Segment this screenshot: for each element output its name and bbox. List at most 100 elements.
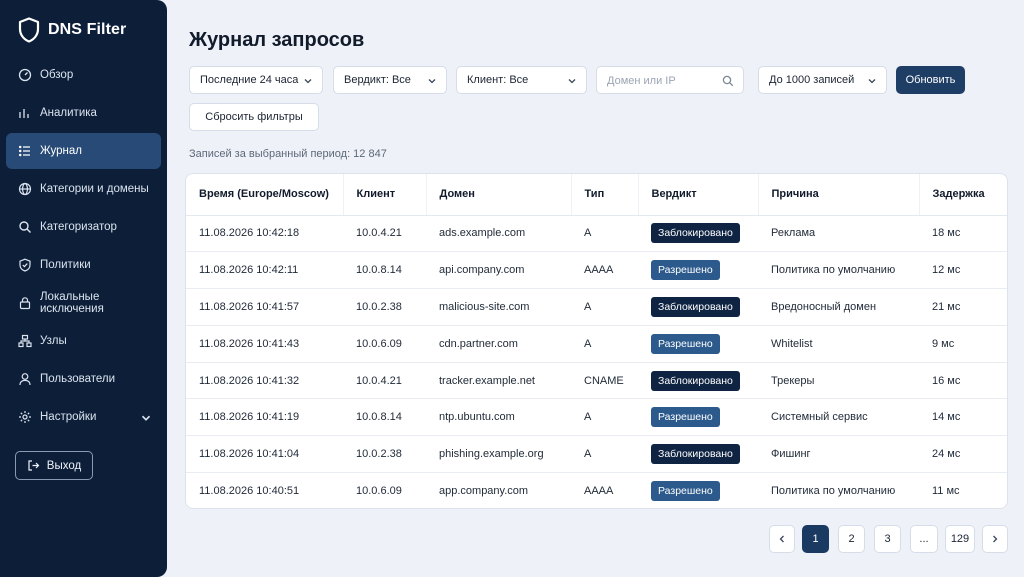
page-title: Журнал запросов — [189, 29, 365, 51]
reset-filters-button[interactable]: Сбросить фильтры — [189, 103, 319, 131]
sidebar: DNS Filter Обзор Аналитика Журнал Катего… — [0, 0, 167, 577]
column-header-reason[interactable]: Причина — [758, 174, 920, 216]
cell-client: 10.0.2.38 — [343, 288, 426, 326]
period-select[interactable]: Последние 24 часа — [189, 66, 323, 94]
cell-latency: 24 мс — [919, 435, 1007, 474]
sidebar-item-journal[interactable]: Журнал — [6, 133, 161, 169]
table-body: 11.08.2026 10:42:18 10.0.4.21 ads.example.… — [186, 215, 1007, 508]
cell-domain: malicious-site.com — [426, 288, 571, 326]
search-input[interactable] — [607, 73, 717, 89]
cell-domain: cdn.partner.com — [426, 325, 571, 363]
table-row[interactable]: 11.08.2026 10:42:11 10.0.8.14 api.company.… — [186, 251, 1007, 290]
cell-client: 10.0.6.09 — [343, 325, 426, 363]
cell-time: 11.08.2026 10:41:04 — [186, 435, 343, 474]
cell-client: 10.0.8.14 — [343, 398, 426, 437]
cell-reason: Трекеры — [758, 362, 919, 400]
cell-type: A — [571, 398, 638, 437]
table-row[interactable]: 11.08.2026 10:40:51 10.0.6.09 app.company.… — [186, 473, 1007, 508]
status-badge: Разрешено — [651, 260, 720, 281]
gear-icon — [19, 411, 31, 423]
search-icon — [19, 221, 31, 233]
cell-domain: phishing.example.org — [426, 435, 571, 474]
cell-client: 10.0.8.14 — [343, 251, 426, 290]
cell-latency: 21 мс — [919, 288, 1007, 326]
cell-domain: tracker.example.net — [426, 362, 571, 400]
status-badge: Разрешено — [651, 333, 720, 354]
limit-select-value: До 1000 записей — [769, 74, 855, 86]
list-icon — [18, 145, 30, 157]
cell-time: 11.08.2026 10:42:11 — [186, 251, 343, 290]
column-header-domain[interactable]: Домен — [426, 174, 572, 216]
cell-type: A — [571, 435, 638, 474]
status-badge: Заблокировано — [651, 370, 740, 391]
chevron-down-icon — [568, 79, 576, 84]
sidebar-item-label: Категоризатор — [40, 221, 117, 233]
sidebar-item-nodes[interactable]: Узлы — [6, 323, 161, 359]
page-button[interactable]: 2 — [838, 525, 865, 553]
cell-time: 11.08.2026 10:41:32 — [186, 362, 343, 400]
cell-latency: 16 мс — [919, 362, 1007, 400]
shield-check-icon — [19, 258, 31, 272]
sidebar-item-settings[interactable]: Настройки — [6, 399, 161, 435]
cell-latency: 9 мс — [919, 325, 1007, 363]
client-select[interactable]: Клиент: Все — [456, 66, 587, 94]
prev-page-button[interactable] — [769, 525, 795, 553]
page-button[interactable]: 129 — [945, 525, 975, 553]
table-row[interactable]: 11.08.2026 10:41:43 10.0.6.09 cdn.partner.… — [186, 325, 1007, 363]
sidebar-item-local-exceptions[interactable]: Локальные исключения — [6, 285, 161, 321]
column-header-type[interactable]: Тип — [571, 174, 639, 216]
table-row[interactable]: 11.08.2026 10:42:18 10.0.4.21 ads.example.… — [186, 215, 1007, 253]
sidebar-item-categories[interactable]: Категории и домены — [6, 171, 161, 207]
cell-verdict: Заблокировано — [638, 435, 758, 474]
column-header-client[interactable]: Клиент — [343, 174, 427, 216]
cell-latency: 14 мс — [919, 398, 1007, 437]
cell-reason: Системный сервис — [758, 398, 919, 437]
sidebar-item-users[interactable]: Пользователи — [6, 361, 161, 397]
sidebar-item-categorizer[interactable]: Категоризатор — [6, 209, 161, 245]
search-field[interactable] — [596, 66, 744, 94]
refresh-button[interactable]: Обновить — [896, 66, 965, 94]
table-header-row: Время (Europe/Moscow) Клиент Домен Тип В… — [186, 174, 1007, 216]
brand[interactable]: DNS Filter — [18, 17, 126, 43]
verdict-select[interactable]: Вердикт: Все — [333, 66, 447, 94]
next-page-button[interactable] — [982, 525, 1008, 553]
status-badge: Разрешено — [651, 407, 720, 428]
page-button[interactable]: 3 — [874, 525, 901, 553]
cell-verdict: Разрешено — [638, 473, 758, 508]
chevron-down-icon — [428, 79, 436, 84]
column-header-verdict[interactable]: Вердикт — [638, 174, 759, 216]
cell-type: AAAA — [571, 251, 638, 290]
status-badge: Разрешено — [651, 481, 720, 502]
log-table: Время (Europe/Moscow) Клиент Домен Тип В… — [186, 174, 1007, 508]
column-header-latency[interactable]: Задержка — [919, 174, 1007, 216]
table-row[interactable]: 11.08.2026 10:41:19 10.0.8.14 ntp.ubuntu.c… — [186, 398, 1007, 437]
cell-reason: Политика по умолчанию — [758, 251, 919, 290]
chevron-down-icon — [304, 79, 312, 84]
page-button[interactable]: ... — [910, 525, 938, 553]
log-table-card: Время (Europe/Moscow) Клиент Домен Тип В… — [185, 173, 1008, 509]
logout-button[interactable]: Выход — [15, 451, 93, 480]
limit-select[interactable]: До 1000 записей — [758, 66, 887, 94]
cell-type: A — [571, 325, 638, 363]
sidebar-item-label: Политики — [40, 259, 91, 271]
sidebar-item-analytics[interactable]: Аналитика — [6, 95, 161, 131]
column-header-time[interactable]: Время (Europe/Moscow) — [186, 174, 344, 216]
page-button[interactable]: 1 — [802, 525, 829, 553]
cell-type: A — [571, 215, 638, 253]
chevron-down-icon — [141, 415, 151, 421]
user-icon — [19, 373, 31, 386]
brand-name: DNS Filter — [48, 21, 127, 38]
cell-reason: Фишинг — [758, 435, 919, 474]
table-row[interactable]: 11.08.2026 10:41:57 10.0.2.38 malicious-si… — [186, 288, 1007, 326]
gauge-icon — [18, 68, 32, 82]
table-row[interactable]: 11.08.2026 10:41:04 10.0.2.38 phishing.exa… — [186, 435, 1007, 474]
sidebar-item-policies[interactable]: Политики — [6, 247, 161, 283]
cell-time: 11.08.2026 10:41:57 — [186, 288, 343, 326]
cell-time: 11.08.2026 10:42:18 — [186, 215, 343, 253]
cell-type: A — [571, 288, 638, 326]
cell-latency: 18 мс — [919, 215, 1007, 253]
chevron-down-icon — [868, 79, 876, 84]
chart-icon — [19, 109, 29, 118]
table-row[interactable]: 11.08.2026 10:41:32 10.0.4.21 tracker.exam… — [186, 362, 1007, 400]
sidebar-item-overview[interactable]: Обзор — [6, 57, 161, 93]
